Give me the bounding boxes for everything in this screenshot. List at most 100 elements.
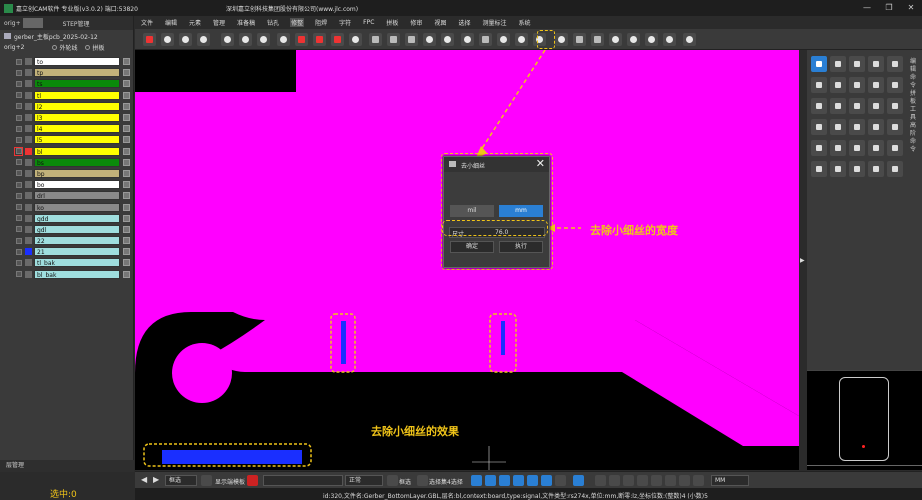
dialog-close-icon[interactable]: ✕ — [536, 157, 545, 171]
layer-active-checkbox[interactable] — [25, 214, 32, 222]
layer-active-checkbox[interactable] — [25, 91, 32, 99]
layer-name[interactable]: l4 — [34, 124, 120, 134]
layer-manager-tab[interactable]: 层管理 — [0, 460, 134, 472]
layer-edit-checkbox[interactable] — [123, 169, 130, 177]
tool-icon[interactable] — [645, 33, 658, 46]
menu-item[interactable]: 修整 — [290, 17, 305, 27]
mode-select[interactable]: 框选 — [165, 475, 197, 486]
tool-icon[interactable] — [515, 33, 528, 46]
tool-icon[interactable] — [423, 33, 436, 46]
layer-visible-checkbox[interactable] — [16, 204, 22, 211]
command-button[interactable] — [887, 161, 903, 177]
command-button[interactable] — [830, 77, 846, 93]
command-button[interactable] — [887, 119, 903, 135]
tool-icon[interactable] — [197, 33, 210, 46]
line-tool-icon[interactable] — [595, 475, 606, 486]
menu-item[interactable]: 修审 — [409, 18, 423, 27]
layer-row[interactable]: bs — [0, 157, 134, 168]
layer-row[interactable]: bl — [0, 146, 134, 157]
layer-visible-checkbox[interactable] — [16, 159, 22, 166]
menu-item[interactable]: FPC — [362, 19, 375, 26]
step-select[interactable] — [22, 18, 43, 28]
layer-visible-checkbox[interactable] — [16, 215, 22, 222]
layer-active-checkbox[interactable] — [25, 158, 32, 166]
layer-visible-checkbox[interactable] — [16, 125, 22, 132]
command-button[interactable] — [811, 161, 827, 177]
tool-icon[interactable] — [349, 33, 362, 46]
command-button[interactable] — [887, 56, 903, 72]
layer-edit-checkbox[interactable] — [123, 192, 130, 200]
layer-row[interactable]: l2 — [0, 101, 134, 112]
layer-row[interactable]: l4 — [0, 123, 134, 134]
command-button[interactable] — [887, 98, 903, 114]
layer-name[interactable]: l3 — [34, 113, 120, 123]
layer-active-checkbox[interactable] — [25, 125, 32, 133]
layer-row[interactable]: drl — [0, 190, 134, 201]
layer-edit-checkbox[interactable] — [123, 80, 130, 88]
layer-edit-checkbox[interactable] — [123, 237, 130, 245]
layer-row[interactable]: ts — [0, 78, 134, 89]
tool-icon[interactable] — [627, 33, 640, 46]
layer-active-checkbox[interactable] — [25, 169, 32, 177]
layer-row[interactable]: l3 — [0, 112, 134, 123]
tool-f-icon[interactable] — [541, 475, 552, 486]
tool-icon[interactable] — [555, 33, 568, 46]
menu-item[interactable]: 编辑 — [164, 18, 178, 27]
layer-active-checkbox[interactable] — [25, 102, 32, 110]
tool-icon[interactable] — [461, 33, 474, 46]
layer-active-checkbox[interactable] — [25, 69, 32, 77]
layer-name[interactable]: bo — [34, 180, 120, 190]
layer-name[interactable]: drl — [34, 191, 120, 201]
layer-edit-checkbox[interactable] — [123, 270, 130, 278]
layer-name[interactable]: 22 — [34, 236, 120, 246]
command-button[interactable] — [849, 119, 865, 135]
select-set-icon[interactable] — [417, 475, 428, 486]
layer-active-checkbox[interactable] — [25, 147, 32, 155]
filter-icon[interactable] — [555, 475, 566, 486]
layer-row[interactable]: l5 — [0, 134, 134, 145]
minimap[interactable] — [807, 370, 922, 470]
menu-item[interactable]: 测量标注 — [481, 18, 507, 27]
tool-icon[interactable] — [591, 33, 604, 46]
maximize-icon[interactable]: ❐ — [878, 0, 900, 16]
layer-edit-checkbox[interactable] — [123, 203, 130, 211]
menu-item[interactable]: 钻孔 — [266, 18, 280, 27]
unit-select[interactable]: MM — [711, 475, 749, 486]
layer-row[interactable]: bo — [0, 179, 134, 190]
layer-name[interactable]: gdl — [34, 224, 120, 234]
tool-icon[interactable] — [609, 33, 622, 46]
layer-edit-checkbox[interactable] — [123, 91, 130, 99]
command-button[interactable] — [849, 140, 865, 156]
menu-item[interactable]: 字符 — [338, 18, 352, 27]
panel-tools-tab[interactable]: 拼板工具 — [910, 90, 920, 122]
layer-name[interactable]: bp — [34, 168, 120, 178]
command-button[interactable] — [868, 77, 884, 93]
menu-item[interactable]: 系统 — [517, 18, 531, 27]
command-button[interactable] — [830, 161, 846, 177]
box-select-label[interactable]: 框选 — [399, 477, 411, 486]
command-button[interactable] — [830, 98, 846, 114]
layer-active-checkbox[interactable] — [25, 80, 32, 88]
view-select[interactable]: 正常 — [345, 475, 383, 486]
layer-active-checkbox[interactable] — [25, 270, 32, 278]
tool-c-icon[interactable] — [499, 475, 510, 486]
tool-icon[interactable] — [257, 33, 270, 46]
menu-item[interactable]: 准备稿 — [236, 18, 256, 27]
tool-icon[interactable] — [683, 33, 696, 46]
layer-visible-checkbox[interactable] — [16, 80, 22, 87]
tool-icon[interactable] — [179, 33, 192, 46]
layer-name[interactable]: to — [34, 57, 120, 67]
layer-visible-checkbox[interactable] — [16, 114, 22, 121]
command-button[interactable] — [811, 119, 827, 135]
layer-visible-checkbox[interactable] — [16, 248, 22, 255]
tool-icon[interactable] — [405, 33, 418, 46]
layer-row[interactable]: to — [0, 56, 134, 67]
command-button[interactable] — [887, 140, 903, 156]
layer-edit-checkbox[interactable] — [123, 102, 130, 110]
command-button[interactable] — [830, 56, 846, 72]
tool-a-icon[interactable] — [471, 475, 482, 486]
layer-row[interactable]: gdd — [0, 213, 134, 224]
layer-name[interactable]: bs — [34, 157, 120, 167]
plus-tool-icon[interactable] — [651, 475, 662, 486]
execute-button[interactable]: 执行 — [499, 241, 543, 253]
